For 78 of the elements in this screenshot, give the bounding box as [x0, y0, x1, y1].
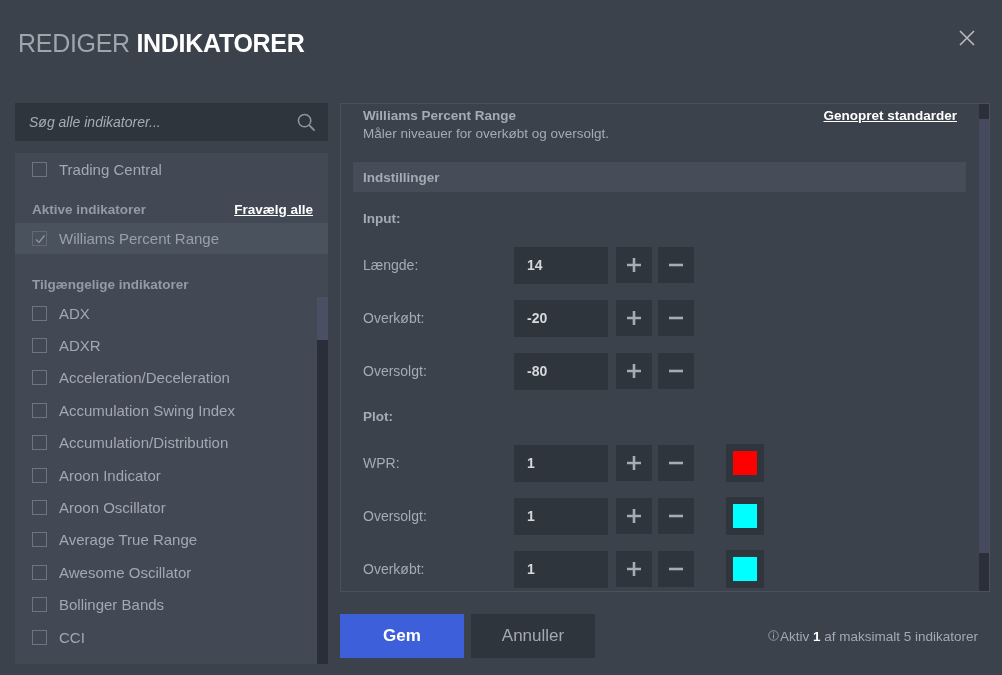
number-field[interactable]: 14 [514, 246, 608, 284]
setting-label: WPR: [362, 455, 401, 471]
decrement-button[interactable] [658, 353, 694, 389]
plus-icon [627, 562, 641, 576]
status-text: Aktiv 1 af maksimalt 5 indikatorer [779, 628, 978, 644]
checkbox[interactable] [32, 564, 47, 580]
section-heading: Aktive indikatorer [32, 201, 147, 217]
search-icon[interactable] [297, 113, 316, 132]
cancel-button[interactable]: Annuller [471, 614, 595, 658]
checkbox[interactable] [32, 402, 47, 418]
search-field[interactable]: Søg alle indikatorer... [15, 103, 328, 141]
checkbox[interactable] [32, 161, 47, 177]
increment-button[interactable] [616, 445, 652, 481]
indicator-item[interactable]: CCI [15, 620, 317, 654]
number-field[interactable]: 1 [514, 444, 608, 482]
increment-button[interactable] [616, 353, 652, 389]
checkbox[interactable] [32, 500, 47, 516]
plus-icon [627, 509, 641, 523]
setting-label: Oversolgt: [362, 363, 428, 379]
decrement-button[interactable] [658, 445, 694, 481]
color-picker[interactable] [726, 550, 764, 588]
color-picker[interactable] [726, 444, 764, 482]
indicator-item[interactable]: Williams Percent Range [15, 223, 328, 254]
indicator-item[interactable]: Bollinger Bands [15, 588, 317, 621]
indicator-item[interactable]: Accumulation/Distribution [15, 426, 317, 459]
indicator-item[interactable]: ADX [15, 297, 317, 330]
section-heading: Tilgængelige indikatorer [32, 276, 189, 292]
info-icon [767, 629, 779, 641]
group-heading: Plot: [362, 407, 394, 426]
increment-button[interactable] [616, 551, 652, 587]
increment-button[interactable] [616, 247, 652, 283]
indicator-name: Williams Percent Range [363, 107, 516, 123]
scrollbar[interactable] [979, 104, 989, 591]
plus-icon [627, 311, 641, 325]
checkbox[interactable] [32, 532, 47, 548]
indicator-item[interactable]: Accumulation Swing Index [15, 394, 317, 427]
checkbox[interactable] [32, 305, 47, 321]
setting-label: Oversolgt: [362, 508, 428, 524]
setting-label: Overkøbt: [362, 310, 426, 326]
indicator-item[interactable]: ADXR [15, 329, 317, 362]
plus-icon [627, 258, 641, 272]
indicator-item[interactable]: Aroon Oscillator [15, 491, 317, 524]
indicator-item[interactable]: Aroon Indicator [15, 458, 317, 492]
decrement-button[interactable] [658, 498, 694, 534]
decrement-button[interactable] [658, 247, 694, 283]
checkbox[interactable] [32, 467, 47, 483]
decrement-button[interactable] [658, 300, 694, 336]
checkbox[interactable] [32, 629, 47, 645]
color-picker[interactable] [726, 497, 764, 535]
decrement-button[interactable] [658, 551, 694, 587]
scrollbar[interactable] [317, 297, 328, 664]
setting-label: Længde: [362, 257, 420, 273]
deselect-all-link[interactable]: Fravælg alle [234, 201, 313, 217]
number-field[interactable]: -80 [514, 352, 608, 390]
settings-header: Indstillinger [353, 162, 966, 192]
increment-button[interactable] [616, 498, 652, 534]
indicator-description: Måler niveauer for overkøbt og oversolgt. [362, 126, 611, 141]
number-field[interactable]: 1 [514, 550, 608, 588]
number-field[interactable]: -20 [514, 299, 608, 337]
checkbox[interactable] [32, 338, 47, 354]
indicator-item[interactable]: Acceleration/Deceleration [15, 361, 317, 395]
indicator-item[interactable]: Average True Range [15, 523, 317, 557]
restore-defaults-link[interactable]: Genopret standarder [823, 107, 957, 123]
plus-icon [627, 456, 641, 470]
setting-label: Overkøbt: [362, 561, 426, 577]
close-icon[interactable] [959, 30, 975, 46]
checkbox[interactable] [32, 370, 47, 386]
checkbox[interactable] [32, 435, 47, 451]
save-button[interactable]: Gem [340, 614, 464, 658]
indicator-item[interactable]: Trading Central [15, 153, 328, 185]
checkbox[interactable] [32, 231, 47, 246]
number-field[interactable]: 1 [514, 497, 608, 535]
indicator-item[interactable]: Awesome Oscillator [15, 556, 317, 589]
dialog-title: REDIGER INDIKATORER [18, 28, 305, 58]
group-heading: Input: [362, 209, 402, 228]
increment-button[interactable] [616, 300, 652, 336]
checkbox[interactable] [32, 597, 47, 613]
plus-icon [627, 364, 641, 378]
